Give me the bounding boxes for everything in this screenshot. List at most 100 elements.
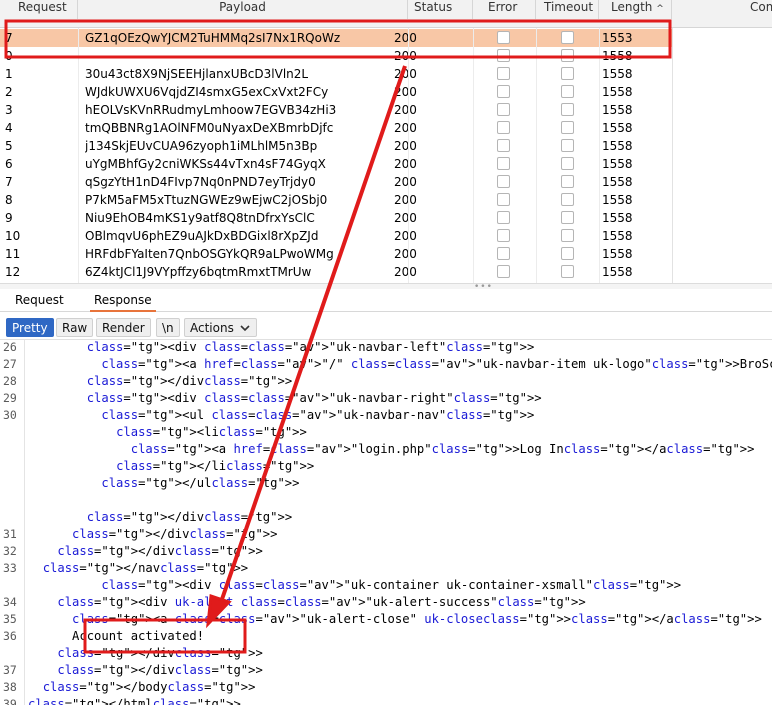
cell-status: 200 xyxy=(394,247,417,261)
cell-status: 200 xyxy=(394,175,417,189)
cell-request: 8 xyxy=(5,193,13,207)
table-row[interactable]: 10 OBlmqvU6phEZ9uAJkDxBDGixl8rXpZJd 200 155… xyxy=(0,227,672,245)
error-checkbox[interactable] xyxy=(497,67,510,80)
line-number: 31 xyxy=(3,527,17,541)
timeout-checkbox[interactable] xyxy=(561,229,574,242)
cell-request: 6 xyxy=(5,157,13,171)
timeout-checkbox[interactable] xyxy=(561,85,574,98)
render-toggle[interactable]: Render xyxy=(96,318,151,337)
cell-length: 1558 xyxy=(602,247,633,261)
timeout-checkbox[interactable] xyxy=(561,211,574,224)
cell-length: 1558 xyxy=(602,211,633,225)
cell-status: 200 xyxy=(394,103,417,117)
timeout-checkbox[interactable] xyxy=(561,103,574,116)
cell-status: 200 xyxy=(394,67,417,81)
timeout-checkbox[interactable] xyxy=(561,157,574,170)
column-divider xyxy=(536,28,537,283)
table-row[interactable]: 12 6Z4ktJCl1J9VYpffzy6bqtmRmxtTMrUw 200 155… xyxy=(0,263,672,281)
cell-payload: HRFdbFYaIten7QnbOSGYkQR9aLPwoWMg xyxy=(85,247,334,261)
cell-payload: OBlmqvU6phEZ9uAJkDxBDGixl8rXpZJd xyxy=(85,229,319,243)
code-line: class="tg"></divclass="tg">> xyxy=(72,527,278,541)
code-line: class="tg"><ul class=class="av">"uk-navb… xyxy=(101,408,535,422)
timeout-checkbox[interactable] xyxy=(561,265,574,278)
table-row[interactable]: 2 WJdkUWXU6VqjdZI4smxG5exCxVxt2FCy 200 1558 xyxy=(0,83,672,101)
line-number xyxy=(3,424,21,441)
error-checkbox[interactable] xyxy=(497,157,510,170)
line-number xyxy=(3,509,21,526)
code-line: class="tg"><div class=class="av">"uk-nav… xyxy=(86,391,542,405)
error-checkbox[interactable] xyxy=(497,103,510,116)
line-number: 28 xyxy=(3,374,17,388)
col-header-timeout[interactable]: Timeout xyxy=(536,0,599,19)
timeout-checkbox[interactable] xyxy=(561,139,574,152)
code-line: class="tg"></divclass="tg">> xyxy=(57,544,263,558)
line-number: 37 xyxy=(3,663,17,677)
error-checkbox[interactable] xyxy=(497,85,510,98)
tab-response[interactable]: Response xyxy=(90,289,156,312)
column-divider xyxy=(599,28,600,283)
error-checkbox[interactable] xyxy=(497,211,510,224)
timeout-checkbox[interactable] xyxy=(561,193,574,206)
cell-payload: WJdkUWXU6VqjdZI4smxG5exCxVxt2FCy xyxy=(85,85,329,99)
cell-payload: uYgMBhfGy2cniWKSs44vTxn4sF74GyqX xyxy=(85,157,326,171)
table-row[interactable]: 1 30u43ct8X9NjSEEHjlanxUBcD3lVln2L 200 1558 xyxy=(0,65,672,83)
error-checkbox[interactable] xyxy=(497,175,510,188)
cell-request: 5 xyxy=(5,139,13,153)
cell-request: 7 xyxy=(5,175,13,189)
timeout-checkbox[interactable] xyxy=(561,67,574,80)
error-checkbox[interactable] xyxy=(497,139,510,152)
timeout-checkbox[interactable] xyxy=(561,31,574,44)
col-header-comment[interactable]: Com xyxy=(672,0,772,19)
cell-status: 200 xyxy=(394,121,417,135)
timeout-checkbox[interactable] xyxy=(561,49,574,62)
table-row[interactable]: 9 Niu9EhOB4mKS1y9atf8Q8tnDfrxYsClC 200 1558 xyxy=(0,209,672,227)
cell-request: 1 xyxy=(5,67,13,81)
timeout-checkbox[interactable] xyxy=(561,121,574,134)
tab-request[interactable]: Request xyxy=(11,289,68,312)
table-row[interactable]: 6 uYgMBhfGy2cniWKSs44vTxn4sF74GyqX 200 1558 xyxy=(0,155,672,173)
error-checkbox[interactable] xyxy=(497,229,510,242)
line-number: 33 xyxy=(3,561,17,575)
table-row[interactable]: 7 qSgzYtH1nD4FIvp7Nq0nPND7eyTrjdy0 200 1558 xyxy=(0,173,672,191)
cell-payload: Niu9EhOB4mKS1y9atf8Q8tnDfrxYsClC xyxy=(85,211,315,225)
table-row[interactable]: 0 200 1558 xyxy=(0,47,672,65)
newline-toggle[interactable]: \n xyxy=(156,318,180,337)
cell-status: 200 xyxy=(394,139,417,153)
table-row[interactable]: 11 HRFdbFYaIten7QnbOSGYkQR9aLPwoWMg 200 155… xyxy=(0,245,672,263)
actions-button[interactable]: Actions xyxy=(184,318,257,337)
col-header-request[interactable]: Request xyxy=(0,0,78,19)
timeout-checkbox[interactable] xyxy=(561,247,574,260)
error-checkbox[interactable] xyxy=(497,31,510,44)
pretty-toggle[interactable]: Pretty xyxy=(6,318,54,337)
line-number: 38 xyxy=(3,680,17,694)
cell-length: 1558 xyxy=(602,157,633,171)
cell-payload: P7kM5aFM5xTtuzNGWEz9wEjwC2jOSbj0 xyxy=(85,193,328,207)
code-line: class="tg"></bodyclass="tg">> xyxy=(42,680,256,694)
table-row[interactable]: 8 P7kM5aFM5xTtuzNGWEz9wEjwC2jOSbj0 200 1558 xyxy=(0,191,672,209)
error-checkbox[interactable] xyxy=(497,193,510,206)
col-header-status[interactable]: Status xyxy=(408,0,473,19)
cell-request: 0 xyxy=(5,49,13,63)
response-code-view[interactable]: 26 27 28 29 30 31 32 33 34 35 36 37 38 39 class="tg">… xyxy=(0,339,772,705)
table-row[interactable]: 4 tmQBBNRg1AOlNFM0uNyaxDeXBmrbDjfc 200 1558 xyxy=(0,119,672,137)
code-line: class="tg"><a class=class="av">"uk-alert… xyxy=(72,612,762,626)
raw-toggle[interactable]: Raw xyxy=(56,318,94,337)
timeout-checkbox[interactable] xyxy=(561,175,574,188)
table-row[interactable]: 5 j134SkjEUvCUA96zyoph1iMLhlM5n3Bp 200 1558 xyxy=(0,137,672,155)
line-number xyxy=(3,441,21,458)
line-number xyxy=(3,492,21,509)
column-divider xyxy=(473,28,474,283)
cell-request: 2 xyxy=(5,85,13,99)
table-row[interactable]: 3 hEOLVsKVnRRudmyLmhoow7EGVB34zHi3 200 1558 xyxy=(0,101,672,119)
col-header-length[interactable]: Length ^ xyxy=(599,0,672,19)
error-checkbox[interactable] xyxy=(497,247,510,260)
error-checkbox[interactable] xyxy=(497,121,510,134)
cell-length: 1558 xyxy=(602,121,633,135)
error-checkbox[interactable] xyxy=(497,49,510,62)
cell-payload xyxy=(85,47,390,65)
col-header-error[interactable]: Error xyxy=(473,0,536,19)
col-header-payload[interactable]: Payload xyxy=(78,0,408,19)
sort-indicator-icon: ^ xyxy=(656,4,664,14)
error-checkbox[interactable] xyxy=(497,265,510,278)
table-row[interactable]: 7 GZ1qOEzQwYJCM2TuHMMq2sI7Nx1RQoWz 200 1553 xyxy=(0,29,672,47)
